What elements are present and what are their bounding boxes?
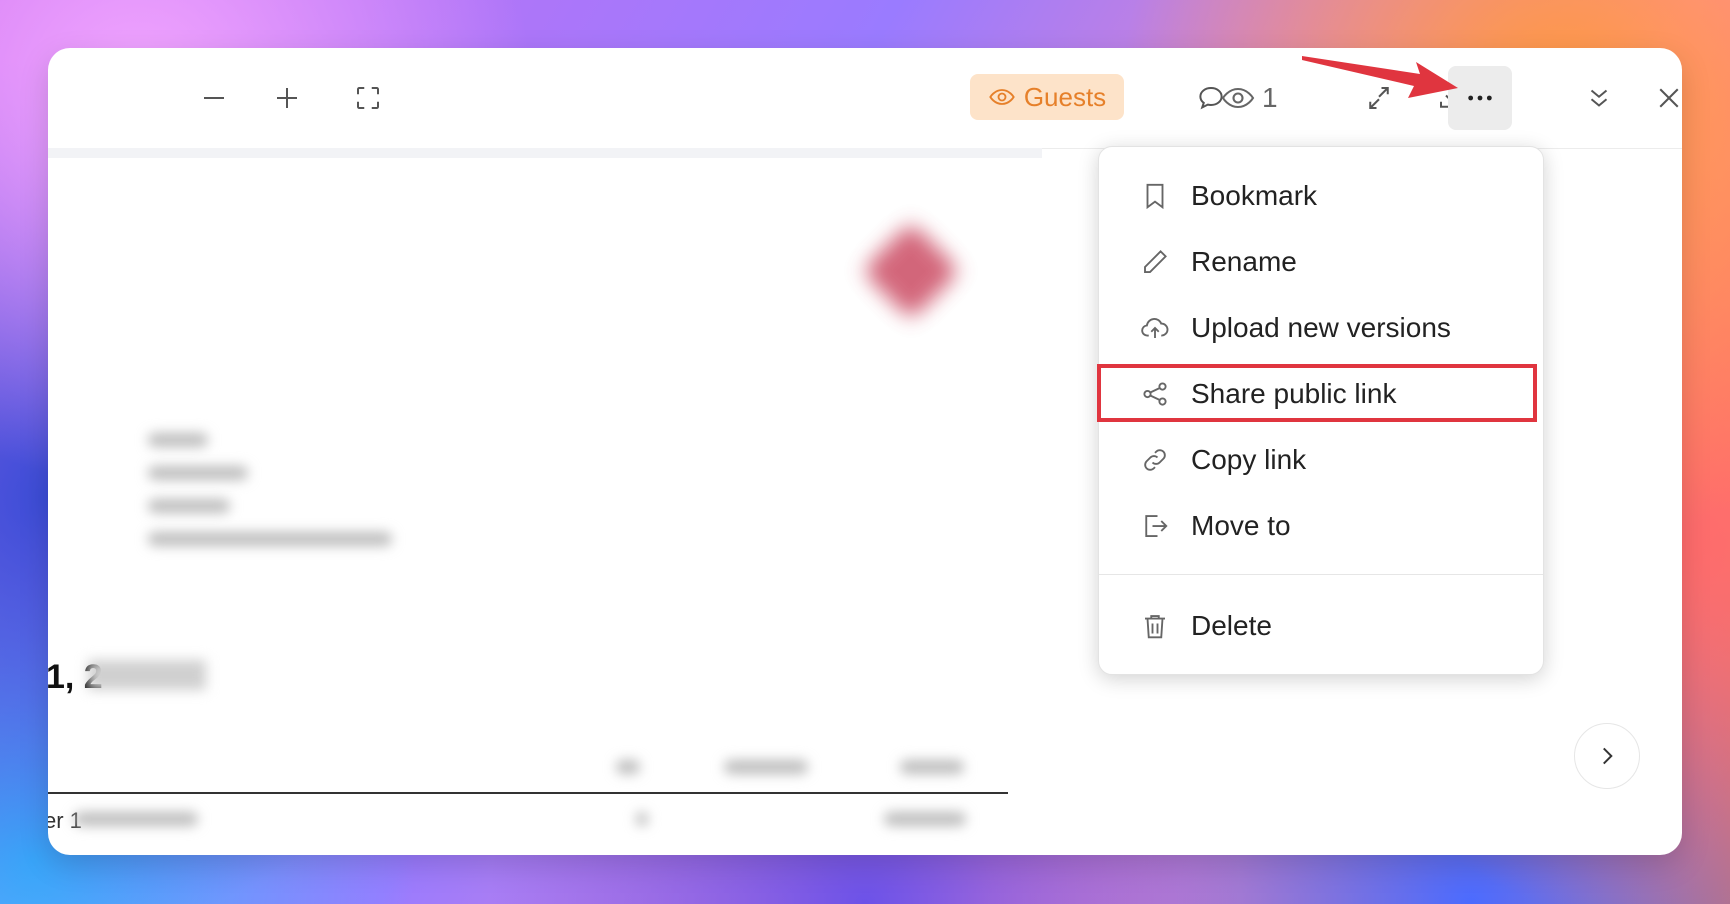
viewers-indicator[interactable]: 1 <box>1220 75 1278 121</box>
blurred-text <box>724 760 808 774</box>
menu-item-delete[interactable]: Delete <box>1099 593 1543 659</box>
blurred-text <box>148 532 392 546</box>
blurred-date <box>88 660 206 690</box>
menu-item-label: Rename <box>1191 246 1297 277</box>
menu-item-label: Bookmark <box>1191 180 1318 211</box>
viewers-count: 1 <box>1262 82 1278 113</box>
share-link-highlight-box <box>1097 364 1537 422</box>
menu-item-label: Copy link <box>1191 444 1307 475</box>
blurred-logo <box>861 221 961 321</box>
guests-label: Guests <box>1023 81 1107 112</box>
menu-separator <box>1099 574 1543 575</box>
chevrons-down-icon <box>1590 89 1608 107</box>
menu-item-label: Upload new versions <box>1191 312 1451 343</box>
blurred-text <box>616 760 640 774</box>
close-button[interactable] <box>1646 75 1682 121</box>
blurred-text <box>884 812 966 826</box>
link-icon <box>1139 444 1171 476</box>
blurred-text <box>900 760 964 774</box>
blurred-text <box>636 812 648 826</box>
zoom-in-button[interactable] <box>264 75 310 121</box>
more-horizontal-icon <box>1468 95 1492 101</box>
close-icon <box>1659 88 1679 108</box>
collapse-button[interactable] <box>1576 75 1622 121</box>
blurred-text <box>74 812 198 826</box>
blurred-text <box>148 433 208 447</box>
pencil-icon <box>1139 246 1171 278</box>
blurred-text <box>148 499 230 513</box>
chevron-right-icon <box>1603 747 1613 765</box>
menu-item-move-to[interactable]: Move to <box>1099 493 1543 559</box>
pointer-arrow-annotation <box>1302 56 1458 98</box>
eye-icon <box>1221 87 1255 109</box>
plus-icon <box>277 88 297 108</box>
trash-icon <box>1139 610 1171 642</box>
zoom-out-button[interactable] <box>191 75 237 121</box>
menu-item-rename[interactable]: Rename <box>1099 229 1543 295</box>
table-divider <box>48 792 1008 794</box>
guests-button[interactable]: Guests <box>970 74 1124 120</box>
move-out-icon <box>1139 510 1171 542</box>
eye-icon <box>989 89 1015 105</box>
document-top-edge <box>48 148 1042 158</box>
cloud-upload-icon <box>1139 312 1171 344</box>
menu-item-copy-link[interactable]: Copy link <box>1099 427 1543 493</box>
next-page-button[interactable] <box>1574 723 1640 789</box>
fullscreen-button[interactable] <box>345 75 391 121</box>
menu-item-upload-new-versions[interactable]: Upload new versions <box>1099 295 1543 361</box>
minus-icon <box>204 97 224 99</box>
menu-item-label: Move to <box>1191 510 1291 541</box>
bookmark-icon <box>1139 180 1171 212</box>
blurred-text <box>148 466 248 480</box>
fullscreen-icon <box>357 87 379 109</box>
menu-item-label: Delete <box>1191 610 1272 641</box>
menu-item-bookmark[interactable]: Bookmark <box>1099 163 1543 229</box>
